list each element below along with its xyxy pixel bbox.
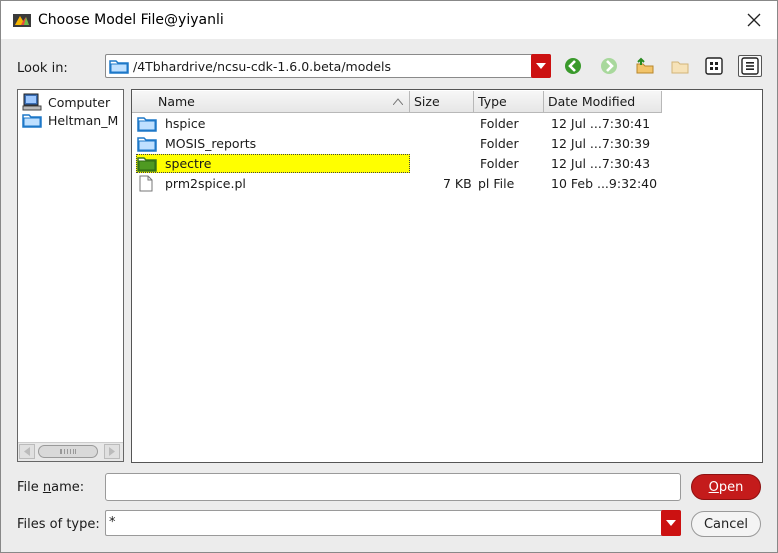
file-size: 7 KB — [443, 176, 472, 191]
sidebar-horizontal-scrollbar[interactable] — [18, 442, 123, 461]
file-type: Folder — [480, 156, 519, 171]
look-in-path: /4Tbhardrive/ncsu-cdk-1.6.0.beta/models — [133, 59, 391, 74]
detail-view-icon — [741, 57, 759, 75]
title-bar[interactable]: Choose Model File@yiyanli — [1, 1, 777, 39]
up-folder-icon — [636, 57, 654, 74]
file-name: spectre — [165, 156, 212, 171]
window-title: Choose Model File@yiyanli — [38, 12, 224, 28]
file-dialog-window: Choose Model File@yiyanli Look in: /4Tbh… — [0, 0, 778, 553]
chevron-right-icon — [109, 447, 115, 456]
file-list-header: Name Size Type Date Modified — [132, 91, 662, 113]
look-in-combo[interactable]: /4Tbhardrive/ncsu-cdk-1.6.0.beta/models — [105, 54, 551, 78]
cancel-button[interactable]: Cancel — [691, 511, 761, 537]
file-row-selected[interactable]: spectre Folder 12 Jul ...7:30:43 — [132, 154, 662, 174]
scrollbar-thumb[interactable] — [38, 445, 98, 458]
folder-icon — [109, 60, 129, 74]
files-of-type-dropdown-button[interactable] — [661, 510, 681, 536]
folder-icon — [22, 114, 42, 128]
folder-open-icon — [137, 157, 157, 172]
sidebar-item-computer[interactable]: Computer — [22, 93, 110, 111]
list-view-button[interactable] — [702, 55, 726, 77]
column-header-size[interactable]: Size — [410, 91, 474, 113]
app-icon — [13, 14, 31, 27]
sidebar-places: Computer Heltman_M — [17, 89, 124, 462]
files-of-type-label: Files of type: — [17, 517, 100, 532]
file-date: 12 Jul ...7:30:43 — [551, 156, 651, 171]
chevron-down-icon — [536, 63, 546, 69]
new-folder-button[interactable] — [668, 55, 692, 77]
list-view-icon — [705, 57, 723, 75]
file-list: Name Size Type Date Modified hspice Fold… — [131, 89, 763, 463]
column-header-type[interactable]: Type — [474, 91, 544, 113]
up-folder-button[interactable] — [633, 55, 657, 77]
file-icon — [139, 175, 153, 192]
file-name: prm2spice.pl — [165, 176, 246, 191]
sidebar-item-label: Heltman_M — [48, 112, 119, 128]
file-name-input[interactable] — [105, 473, 681, 501]
file-row[interactable]: hspice Folder 12 Jul ...7:30:41 — [132, 114, 662, 134]
detail-view-button[interactable] — [738, 55, 762, 77]
file-date: 12 Jul ...7:30:39 — [551, 136, 651, 151]
look-in-label: Look in: — [17, 61, 68, 76]
file-name: hspice — [165, 116, 206, 131]
look-in-dropdown-button[interactable] — [531, 54, 551, 78]
sidebar-item-label: Computer — [48, 94, 111, 110]
folder-icon — [137, 117, 157, 132]
file-name: MOSIS_reports — [165, 136, 257, 151]
file-type: Folder — [480, 136, 519, 151]
files-of-type-value: * — [109, 515, 116, 530]
file-name-label: File name: — [17, 480, 85, 495]
close-button[interactable] — [731, 1, 777, 39]
scroll-left-button[interactable] — [19, 444, 35, 459]
file-date: 12 Jul ...7:30:41 — [551, 116, 651, 131]
file-row[interactable]: MOSIS_reports Folder 12 Jul ...7:30:39 — [132, 134, 662, 154]
folder-icon — [137, 137, 157, 152]
file-row[interactable]: prm2spice.pl 7 KB pl File 10 Feb ...9:32… — [132, 174, 662, 194]
grip-icon — [60, 449, 76, 454]
forward-icon — [601, 58, 617, 74]
scroll-right-button[interactable] — [104, 444, 120, 459]
sidebar-item-home[interactable]: Heltman_M — [22, 111, 118, 129]
file-date: 10 Feb ...9:32:40 — [551, 176, 658, 191]
back-icon — [565, 58, 581, 74]
sort-ascending-icon — [393, 98, 403, 105]
open-button[interactable]: Open — [691, 474, 761, 500]
close-icon — [747, 13, 761, 27]
file-type: pl File — [478, 176, 515, 191]
chevron-down-icon — [666, 520, 676, 526]
forward-button[interactable] — [597, 55, 621, 77]
new-folder-icon — [671, 61, 689, 74]
computer-icon — [22, 93, 42, 111]
files-of-type-combo[interactable]: * — [105, 510, 681, 536]
back-button[interactable] — [561, 55, 585, 77]
file-type: Folder — [480, 116, 519, 131]
column-header-date-modified[interactable]: Date Modified — [544, 91, 662, 113]
chevron-left-icon — [24, 447, 30, 456]
column-header-name[interactable]: Name — [132, 91, 410, 113]
dialog-client-area: Look in: /4Tbhardrive/ncsu-cdk-1.6.0.bet… — [1, 39, 777, 552]
